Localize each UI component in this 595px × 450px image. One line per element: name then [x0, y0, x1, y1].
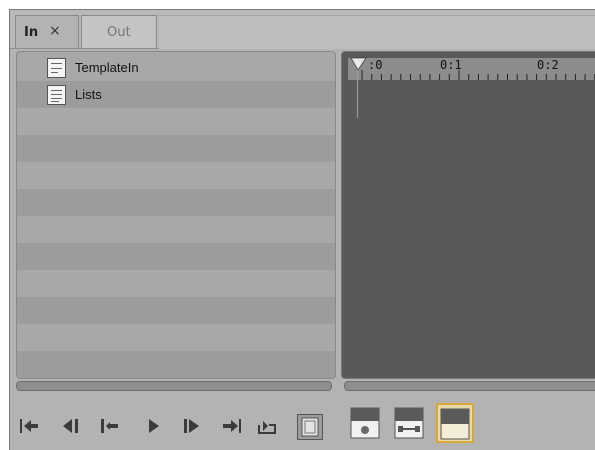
view-source-icon[interactable]: [349, 405, 383, 441]
safe-margins-icon[interactable]: [297, 414, 323, 440]
time-ruler[interactable]: :0 0:1 0:2: [348, 58, 595, 80]
go-to-start-icon[interactable]: [18, 414, 42, 438]
list-item[interactable]: Lists: [17, 81, 335, 108]
transport-toolbar: [10, 394, 595, 450]
tab-in[interactable]: In ×: [15, 15, 79, 48]
empty-row: [17, 162, 335, 189]
list-item[interactable]: TemplateIn: [17, 54, 335, 81]
timeline-scrollbar[interactable]: [344, 381, 595, 391]
empty-row: [17, 297, 335, 324]
timeline-panel[interactable]: :0 0:1 0:2: [341, 51, 595, 379]
step-forward-icon[interactable]: [98, 414, 122, 438]
empty-row: [17, 108, 335, 135]
empty-row: [17, 189, 335, 216]
empty-row: [17, 243, 335, 270]
play-icon[interactable]: [142, 414, 166, 438]
loop-icon[interactable]: [255, 414, 279, 438]
empty-row: [17, 324, 335, 351]
bin-scrollbar[interactable]: [16, 381, 332, 391]
tab-bar-empty-area: [159, 15, 595, 49]
empty-row: [17, 135, 335, 162]
template-icon: [47, 58, 66, 78]
go-to-end-icon[interactable]: [220, 414, 244, 438]
tab-out[interactable]: Out: [81, 15, 157, 48]
view-both-icon[interactable]: [436, 403, 474, 443]
ruler-ticks: :0 0:1 0:2: [361, 58, 595, 80]
empty-row: [17, 351, 335, 378]
ruler-label: 0:2: [537, 58, 559, 72]
bin-item-label: TemplateIn: [75, 60, 139, 75]
view-timeline-icon[interactable]: [393, 405, 427, 441]
empty-row: [17, 270, 335, 297]
play-frame-icon[interactable]: [180, 414, 204, 438]
ruler-label: 0:1: [440, 58, 462, 72]
app-window: In × Out TemplateIn Lists:0 0:1 0:2: [9, 9, 595, 450]
list-icon: [47, 85, 66, 105]
playhead-icon[interactable]: [348, 52, 372, 122]
tab-out-label: Out: [107, 25, 131, 40]
tab-in-label: In: [24, 25, 39, 40]
bin-item-label: Lists: [75, 87, 102, 102]
empty-row: [17, 216, 335, 243]
step-back-icon[interactable]: [60, 414, 84, 438]
close-icon[interactable]: ×: [49, 23, 61, 39]
tab-bar: In × Out: [10, 10, 595, 49]
bin-panel[interactable]: TemplateIn Lists: [16, 51, 336, 379]
